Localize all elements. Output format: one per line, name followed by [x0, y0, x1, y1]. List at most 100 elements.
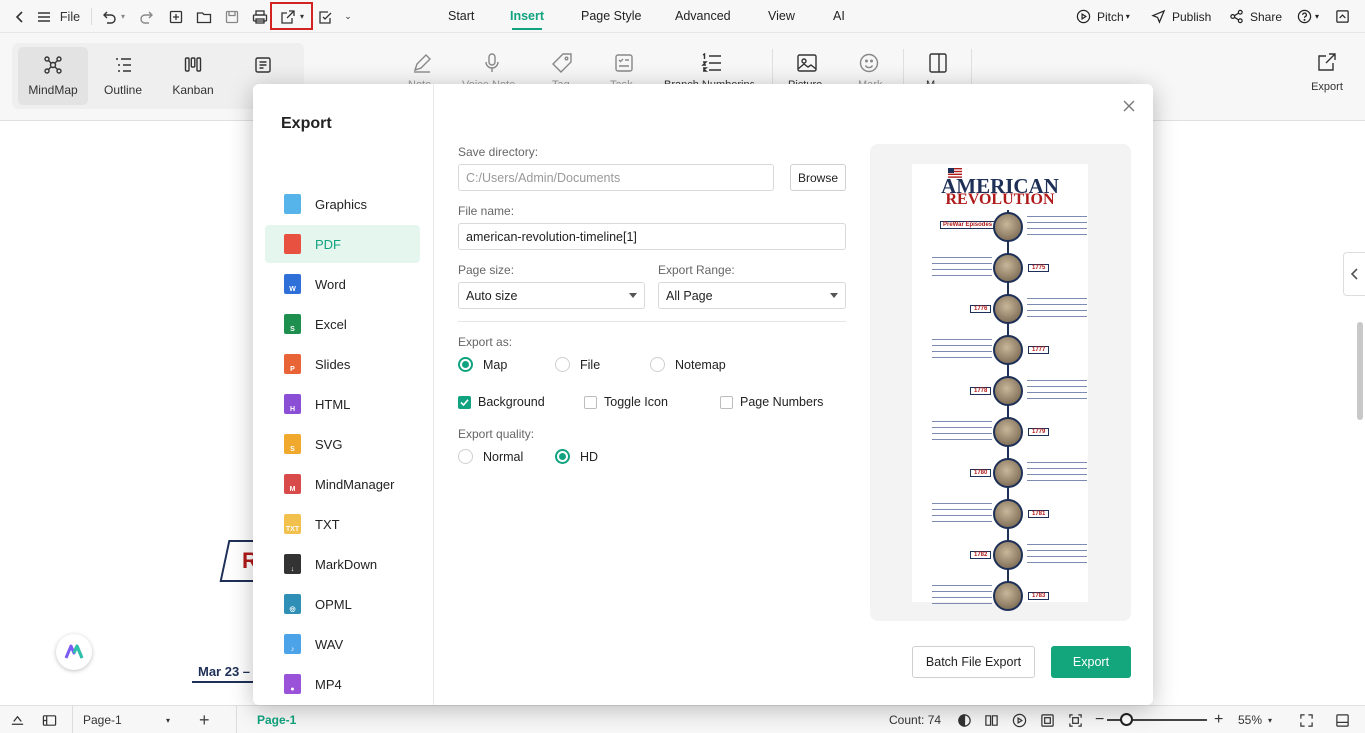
ribbon-export-button[interactable]: Export [1307, 51, 1347, 93]
fit-page-icon[interactable] [1040, 706, 1055, 733]
format-item-html[interactable]: H HTML [265, 385, 420, 423]
markdown-file-icon: ↓ [284, 554, 301, 574]
preview-event-line [932, 509, 992, 510]
file-menu[interactable]: File [58, 0, 82, 33]
chevron-left-icon [1350, 268, 1358, 280]
top-bar: File ▾ ▾ ⌄ Start Insert Page Style Advan… [0, 0, 1365, 33]
tag-icon[interactable] [550, 51, 574, 75]
preview-event-line [932, 339, 992, 340]
task-icon[interactable] [612, 51, 636, 75]
view-kanban-button[interactable]: Kanban [158, 47, 228, 105]
redo-icon[interactable] [138, 0, 156, 33]
preview-event-lines [1027, 298, 1087, 322]
back-icon[interactable] [10, 0, 30, 33]
preview-event-line [1027, 550, 1087, 551]
tab-page-style[interactable]: Page Style [581, 0, 641, 33]
format-item-pdf[interactable]: PDF [265, 225, 420, 263]
preview-timeline-photo [993, 212, 1023, 242]
export-as-file-radio[interactable]: File [555, 357, 600, 372]
preview-event-line [932, 597, 992, 598]
tab-insert[interactable]: Insert [510, 0, 544, 33]
format-item-opml[interactable]: ◎ OPML [265, 585, 420, 623]
undo-dropdown-icon[interactable]: ▾ [118, 0, 128, 33]
tab-start[interactable]: Start [448, 0, 474, 33]
zoom-out-icon[interactable]: − [1095, 706, 1104, 733]
export-range-select[interactable]: All Page [658, 282, 846, 309]
batch-file-export-button[interactable]: Batch File Export [912, 646, 1035, 678]
format-item-word[interactable]: W Word [265, 265, 420, 303]
tab-view[interactable]: View [768, 0, 795, 33]
share-button[interactable]: Share [1229, 0, 1282, 33]
zoom-in-icon[interactable]: + [1214, 706, 1223, 733]
format-item-svg[interactable]: S SVG [265, 425, 420, 463]
more-tool-icon[interactable] [926, 51, 950, 75]
side-panel-toggle[interactable] [1343, 252, 1365, 296]
publish-button[interactable]: Publish [1151, 0, 1211, 33]
more-chevron-icon[interactable]: ⌄ [342, 0, 354, 33]
fit-content-icon[interactable] [10, 706, 25, 733]
preview-event-line [932, 357, 992, 358]
hamburger-menu-icon[interactable] [34, 0, 54, 33]
ai-assistant-button[interactable] [56, 634, 92, 670]
zoom-level[interactable]: 55% ▾ [1238, 706, 1272, 733]
fit-screen-icon[interactable] [1068, 706, 1083, 733]
toggle-icon-checkbox[interactable]: Toggle Icon [584, 395, 668, 409]
vertical-scrollbar[interactable] [1357, 322, 1363, 420]
view-outline-button[interactable]: Outline [88, 47, 158, 105]
export-as-map-radio[interactable]: Map [458, 357, 507, 372]
page-size-select[interactable]: Auto size [458, 282, 645, 309]
theme-icon[interactable] [957, 706, 972, 733]
preview-event-line [1027, 398, 1087, 399]
tab-ai[interactable]: AI [833, 0, 845, 33]
format-item-slides[interactable]: P Slides [265, 345, 420, 383]
collapse-ribbon-button[interactable] [1335, 0, 1350, 33]
picture-icon[interactable] [795, 51, 819, 75]
format-item-wav[interactable]: ♪ WAV [265, 625, 420, 663]
page-tab-1[interactable]: Page-1 [236, 706, 314, 733]
canvas-date-label[interactable]: Mar 23 – [192, 664, 257, 683]
quality-hd-radio[interactable]: HD [555, 449, 598, 464]
format-item-mp4[interactable]: ● MP4 [265, 665, 420, 703]
background-checkbox[interactable]: Background [458, 395, 545, 409]
browse-button[interactable]: Browse [790, 164, 846, 191]
pitch-button[interactable]: Pitch ▾ [1076, 0, 1130, 33]
format-icon-glyph: M [289, 486, 296, 493]
task-check-icon[interactable] [316, 0, 336, 33]
page-size-label: Page size: [458, 263, 515, 277]
play-slideshow-icon[interactable] [1012, 706, 1027, 733]
format-item-txt[interactable]: TXT TXT [265, 505, 420, 543]
file-name-input[interactable] [458, 223, 846, 250]
undo-icon[interactable] [100, 0, 118, 33]
tab-advanced[interactable]: Advanced [675, 0, 731, 33]
branch-numbering-icon[interactable] [700, 51, 724, 75]
add-page-icon[interactable]: + [199, 706, 210, 733]
export-as-notemap-radio[interactable]: Notemap [650, 357, 726, 372]
view-mindmap-button[interactable]: MindMap [18, 47, 88, 105]
close-dialog-button[interactable] [1119, 96, 1139, 116]
close-icon [1123, 100, 1135, 112]
fullscreen-icon[interactable] [1299, 706, 1314, 733]
minimize-panel-icon[interactable] [1335, 706, 1350, 733]
save-directory-input[interactable] [458, 164, 774, 191]
microphone-icon[interactable] [480, 51, 504, 75]
format-item-mindmanager[interactable]: M MindManager [265, 465, 420, 503]
format-item-graphics[interactable]: Graphics [265, 185, 420, 223]
zoom-slider-handle[interactable] [1120, 713, 1133, 726]
panel-layout-icon[interactable] [42, 706, 57, 733]
quality-normal-radio[interactable]: Normal [458, 449, 523, 464]
format-item-markdown[interactable]: ↓ MarkDown [265, 545, 420, 583]
new-file-icon[interactable] [166, 0, 186, 33]
help-button[interactable]: ▾ [1297, 0, 1319, 33]
export-button[interactable]: Export [1051, 646, 1131, 678]
page-numbers-checkbox[interactable]: Page Numbers [720, 395, 823, 409]
print-icon[interactable] [250, 0, 270, 33]
preview-event-line [1027, 228, 1087, 229]
note-icon[interactable] [410, 51, 434, 75]
mark-emoji-icon[interactable] [857, 51, 881, 75]
excel-file-icon: S [284, 314, 301, 334]
open-folder-icon[interactable] [194, 0, 214, 33]
save-icon[interactable] [222, 0, 242, 33]
page-selector[interactable]: Page-1 ▾ [72, 706, 176, 733]
format-item-excel[interactable]: S Excel [265, 305, 420, 343]
book-view-icon[interactable] [984, 706, 999, 733]
